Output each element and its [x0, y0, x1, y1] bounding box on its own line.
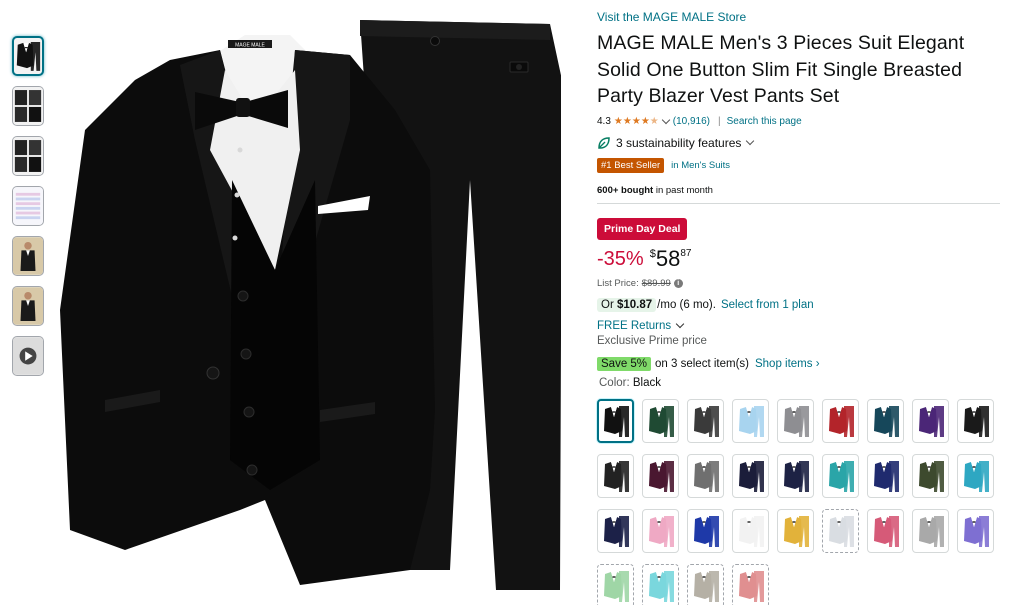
color-swatch[interactable]	[687, 453, 724, 498]
color-swatch[interactable]	[867, 453, 904, 498]
color-swatch[interactable]	[957, 453, 994, 498]
color-swatch[interactable]	[867, 398, 904, 443]
shop-items-link[interactable]: Shop items ›	[755, 358, 820, 370]
color-swatch[interactable]	[867, 508, 904, 553]
save-badge: Save 5%	[597, 356, 652, 371]
sustainability-features[interactable]: 3 sustainability features	[597, 134, 1001, 152]
color-swatch[interactable]	[597, 563, 634, 605]
select-plan-link[interactable]: Select from 1 plan	[721, 299, 814, 311]
color-swatch[interactable]	[912, 453, 949, 498]
chevron-down-icon	[746, 136, 755, 146]
save-row: Save 5% on 3 select item(s) Shop items ›	[597, 355, 1001, 373]
thumbnail-size-table[interactable]	[12, 186, 44, 226]
rating-value: 4.3	[597, 116, 611, 127]
main-product-image[interactable]: MAGE MALE	[50, 10, 561, 592]
color-swatch[interactable]	[597, 398, 634, 443]
suit-illustration: MAGE MALE	[50, 10, 561, 592]
rating-count-link[interactable]: (10,916)	[673, 116, 710, 127]
bought-count: 600+ bought	[597, 184, 654, 196]
list-price-label: List Price:	[597, 277, 639, 289]
star-icon: ★	[649, 115, 659, 127]
color-swatch[interactable]	[597, 508, 634, 553]
color-swatch[interactable]	[732, 453, 769, 498]
thumbnail-size-chart-grid[interactable]	[12, 86, 44, 126]
star-icon: ★	[640, 115, 650, 127]
price-row: -35% $ 58 87	[597, 246, 1001, 274]
color-swatches	[597, 398, 1001, 605]
product-title: MAGE MALE Men's 3 Pieces Suit Elegant So…	[597, 32, 965, 107]
thumbnail-black-suit[interactable]	[12, 36, 44, 76]
thumbnail-model-photo-2[interactable]	[12, 286, 44, 326]
search-this-page-link[interactable]: Search this page	[727, 116, 802, 127]
free-returns-label: FREE Returns	[597, 319, 672, 332]
color-swatch[interactable]	[687, 563, 724, 605]
color-swatch[interactable]	[687, 398, 724, 443]
category-link[interactable]: in Men's Suits	[671, 160, 730, 171]
store-link[interactable]: Visit the MAGE MALE Store	[597, 10, 1001, 24]
list-price-value: $89.99	[641, 277, 671, 289]
star-icon: ★	[613, 115, 623, 127]
price-whole: 58	[655, 245, 681, 271]
star-rating[interactable]: ★ ★ ★ ★ ★	[613, 115, 659, 127]
color-swatch[interactable]	[687, 508, 724, 553]
star-icon: ★	[622, 115, 632, 127]
color-swatch[interactable]	[822, 398, 859, 443]
chevron-down-icon	[675, 319, 685, 329]
deal-badge: Prime Day Deal	[597, 217, 688, 240]
color-label: Color: Black	[599, 377, 1001, 393]
chevron-down-icon[interactable]	[661, 115, 670, 125]
discount-percent: -35%	[597, 247, 644, 270]
color-swatch[interactable]	[777, 453, 814, 498]
color-swatch[interactable]	[642, 398, 679, 443]
sustainability-label: 3 sustainability features	[616, 135, 742, 150]
color-swatch[interactable]	[777, 508, 814, 553]
bought-suffix: in past month	[653, 184, 713, 196]
color-swatch[interactable]	[777, 398, 814, 443]
list-price: List Price: $89.99 i	[597, 278, 1001, 289]
color-swatch[interactable]	[642, 508, 679, 553]
color-swatch[interactable]	[732, 508, 769, 553]
star-icon: ★	[631, 115, 641, 127]
thumbnail-strip	[12, 36, 46, 386]
monthly-term: /mo (6 mo).	[657, 298, 716, 311]
rating-separator: |	[718, 116, 721, 127]
save-text: on 3 select item(s)	[655, 357, 749, 370]
shirt-label: MAGE MALE	[235, 43, 265, 49]
color-label-prefix: Color:	[599, 376, 633, 389]
color-swatch[interactable]	[957, 508, 994, 553]
monthly-payment: Or $10.87/mo (6 mo). Select from 1 plan	[597, 297, 1001, 313]
monthly-pill: Or $10.87	[597, 297, 657, 312]
thumbnail-detail-collage[interactable]	[12, 136, 44, 176]
price-fraction: 87	[680, 247, 692, 259]
exclusive-prime-price: Exclusive Prime price	[597, 334, 707, 347]
monthly-or: Or	[601, 298, 617, 311]
color-swatch[interactable]	[912, 398, 949, 443]
free-returns[interactable]: FREE Returns	[597, 318, 1001, 334]
product-info-panel: Visit the MAGE MALE Store MAGE MALE Men'…	[597, 10, 1001, 605]
monthly-amount: $10.87	[616, 298, 653, 311]
bought-in-past-month: 600+ bought in past month	[597, 185, 1001, 196]
best-seller-badge[interactable]: #1 Best Seller	[597, 158, 665, 173]
thumbnail-model-photo[interactable]	[12, 236, 44, 276]
color-swatch[interactable]	[642, 563, 679, 605]
leaf-icon	[598, 136, 610, 149]
color-swatch[interactable]	[957, 398, 994, 443]
color-swatch[interactable]	[642, 453, 679, 498]
color-swatch[interactable]	[822, 508, 859, 553]
color-swatch[interactable]	[822, 453, 859, 498]
divider	[597, 202, 1000, 204]
color-swatch[interactable]	[912, 508, 949, 553]
color-swatch[interactable]	[732, 563, 769, 605]
rating-row: 4.3 ★ ★ ★ ★ ★ (10,916) | Search this page	[597, 114, 1001, 130]
best-seller-row: #1 Best Seller in Men's Suits	[597, 158, 1001, 174]
color-value: Black	[632, 376, 661, 389]
info-icon[interactable]: i	[673, 278, 683, 288]
thumbnail-video[interactable]	[12, 336, 44, 376]
color-swatch[interactable]	[597, 453, 634, 498]
color-swatch[interactable]	[732, 398, 769, 443]
